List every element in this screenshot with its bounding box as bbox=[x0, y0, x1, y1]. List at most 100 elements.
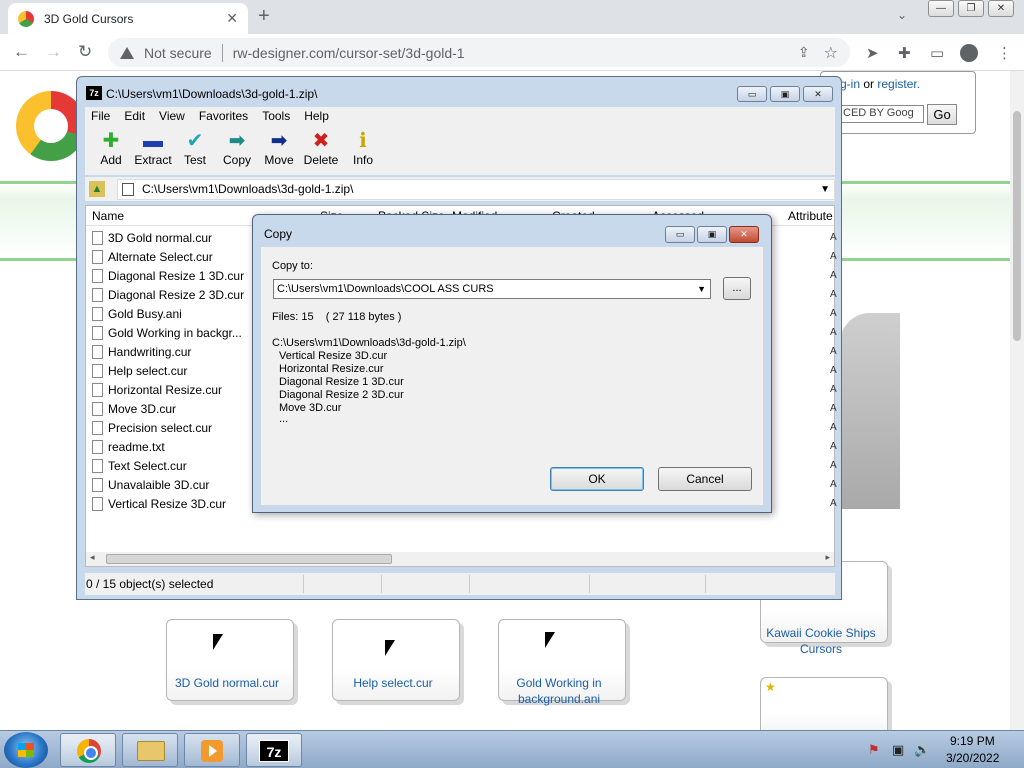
menu-favorites[interactable]: Favorites bbox=[199, 109, 248, 123]
card-label[interactable]: 3D Gold normal.cur bbox=[152, 675, 302, 691]
menu-view[interactable]: View bbox=[159, 109, 185, 123]
source-path: C:\Users\vm1\Downloads\3d-gold-1.zip\ bbox=[272, 337, 466, 349]
minimize-button[interactable]: ▭ bbox=[665, 226, 695, 243]
copy-button[interactable]: ➡ Copy bbox=[215, 129, 259, 167]
action-center-icon[interactable]: ⚑ bbox=[868, 742, 880, 758]
delete-button[interactable]: ✖ Delete bbox=[299, 129, 343, 167]
taskbar-chrome-button[interactable] bbox=[60, 733, 116, 767]
menu-tools[interactable]: Tools bbox=[262, 109, 290, 123]
list-item[interactable]: Text Select.cur bbox=[92, 456, 187, 475]
sevenzip-titlebar[interactable]: 7z C:\Users\vm1\Downloads\3d-gold-1.zip\… bbox=[77, 77, 841, 109]
url-text[interactable]: rw-designer.com/cursor-set/3d-gold-1 bbox=[233, 45, 798, 61]
browser-menu-icon[interactable]: ⋮ bbox=[997, 44, 1012, 62]
tool-label: Copy bbox=[222, 153, 251, 167]
info-button[interactable]: ℹ Info bbox=[341, 129, 385, 167]
column-attributes[interactable]: Attribute bbox=[788, 209, 833, 223]
scroll-left-icon[interactable]: ◂ bbox=[90, 552, 95, 563]
start-button[interactable] bbox=[4, 732, 48, 768]
cursor-card-next[interactable]: ★ bbox=[760, 677, 888, 730]
menu-edit[interactable]: Edit bbox=[124, 109, 145, 123]
scrollbar-thumb[interactable] bbox=[106, 554, 392, 564]
login-link[interactable]: g-in bbox=[840, 77, 860, 91]
attribute-value: A bbox=[830, 327, 837, 338]
warning-icon[interactable] bbox=[120, 46, 134, 59]
side-panel-icon[interactable]: ▭ bbox=[930, 44, 944, 62]
extensions-icon[interactable]: ✚ bbox=[898, 44, 911, 62]
bookmark-star-icon[interactable]: ☆ bbox=[824, 43, 838, 63]
clock-date[interactable]: 3/20/2022 bbox=[946, 751, 999, 765]
maximize-button[interactable]: ▣ bbox=[697, 226, 727, 243]
share-icon[interactable]: ⇪ bbox=[798, 44, 810, 61]
page-scrollbar[interactable] bbox=[1010, 71, 1024, 730]
close-button[interactable]: ✕ bbox=[803, 86, 833, 102]
list-item[interactable]: Handwriting.cur bbox=[92, 342, 191, 361]
browse-button[interactable]: ... bbox=[723, 277, 751, 300]
list-item[interactable]: readme.txt bbox=[92, 437, 165, 456]
list-item[interactable]: Move 3D.cur bbox=[92, 399, 176, 418]
close-button[interactable]: ✕ bbox=[988, 0, 1014, 17]
list-item[interactable]: Horizontal Resize.cur bbox=[92, 380, 222, 399]
profile-avatar-icon[interactable] bbox=[960, 44, 978, 62]
taskbar-explorer-button[interactable] bbox=[122, 733, 178, 767]
chevron-down-icon[interactable]: ▼ bbox=[820, 180, 830, 199]
clock-time[interactable]: 9:19 PM bbox=[950, 734, 995, 748]
source-file: Vertical Resize 3D.cur bbox=[279, 350, 388, 362]
browser-toolbar: ← → ↻ Not secure rw-designer.com/cursor-… bbox=[0, 34, 1024, 71]
attribute-value: A bbox=[830, 270, 837, 281]
site-search-input[interactable]: CED BY Goog bbox=[840, 105, 924, 123]
menu-file[interactable]: File bbox=[91, 109, 110, 123]
maximize-button[interactable]: ▣ bbox=[770, 86, 800, 102]
tool-label: Add bbox=[100, 153, 122, 167]
volume-icon[interactable]: 🔊 bbox=[914, 742, 930, 758]
list-item[interactable]: Gold Working in backgr... bbox=[92, 323, 242, 342]
send-icon[interactable]: ➤ bbox=[866, 44, 879, 62]
register-link[interactable]: register. bbox=[877, 77, 920, 91]
login-links: g-in or register. bbox=[840, 77, 920, 91]
maximize-button[interactable]: ❐ bbox=[958, 0, 984, 17]
network-icon[interactable]: ▣ bbox=[892, 742, 904, 758]
list-item[interactable]: Precision select.cur bbox=[92, 418, 212, 437]
omnibox-divider bbox=[221, 43, 223, 62]
tab-close-icon[interactable]: ✕ bbox=[226, 10, 238, 27]
minimize-button[interactable]: ▭ bbox=[737, 86, 767, 102]
scroll-right-icon[interactable]: ▸ bbox=[825, 552, 830, 563]
list-item[interactable]: Diagonal Resize 2 3D.cur bbox=[92, 285, 244, 304]
browser-tab[interactable]: 3D Gold Cursors ✕ bbox=[8, 3, 248, 34]
close-button[interactable]: ✕ bbox=[729, 226, 759, 243]
horizontal-scrollbar[interactable]: ◂ ▸ bbox=[86, 552, 834, 566]
add-button[interactable]: ✚ Add bbox=[89, 129, 133, 167]
move-button[interactable]: ➡ Move bbox=[257, 129, 301, 167]
chevron-down-icon[interactable]: ▼ bbox=[697, 280, 706, 298]
tab-search-icon[interactable]: ⌄ bbox=[897, 8, 907, 22]
taskbar-sevenzip-button[interactable]: 7z bbox=[246, 733, 302, 767]
taskbar-media-button[interactable] bbox=[184, 733, 240, 767]
up-folder-icon[interactable]: ▲ bbox=[89, 181, 105, 197]
back-button[interactable]: ← bbox=[13, 42, 30, 62]
list-item[interactable]: Diagonal Resize 1 3D.cur bbox=[92, 266, 244, 285]
test-button[interactable]: ✔ Test bbox=[173, 129, 217, 167]
forward-button[interactable]: → bbox=[45, 42, 62, 62]
list-item[interactable]: Help select.cur bbox=[92, 361, 187, 380]
destination-path-combo[interactable]: C:\Users\vm1\Downloads\COOL ASS CURS ▼ bbox=[273, 279, 711, 299]
list-item[interactable]: Vertical Resize 3D.cur bbox=[92, 494, 226, 513]
list-item[interactable]: Unavalaible 3D.cur bbox=[92, 475, 209, 494]
list-item[interactable]: Alternate Select.cur bbox=[92, 247, 213, 266]
list-item[interactable]: 3D Gold normal.cur bbox=[92, 228, 212, 247]
column-name[interactable]: Name bbox=[92, 209, 124, 223]
list-item[interactable]: Gold Busy.ani bbox=[92, 304, 182, 323]
address-bar[interactable]: Not secure rw-designer.com/cursor-set/3d… bbox=[108, 38, 850, 67]
minimize-button[interactable]: — bbox=[928, 0, 954, 17]
not-secure-label[interactable]: Not secure bbox=[144, 45, 212, 61]
menu-help[interactable]: Help bbox=[304, 109, 329, 123]
archive-path-field[interactable]: C:\Users\vm1\Downloads\3d-gold-1.zip\ ▼ bbox=[117, 179, 835, 200]
cancel-button[interactable]: Cancel bbox=[658, 467, 752, 491]
card-label[interactable]: Gold Working in background.ani bbox=[484, 675, 634, 707]
go-button[interactable]: Go bbox=[927, 104, 957, 125]
reload-button[interactable]: ↻ bbox=[78, 42, 92, 62]
ok-button[interactable]: OK bbox=[550, 467, 644, 491]
new-tab-button[interactable]: + bbox=[258, 6, 270, 26]
card-label[interactable]: Help select.cur bbox=[318, 675, 468, 691]
card-label[interactable]: Kawaii Cookie Ships Cursors bbox=[746, 625, 896, 657]
extract-button[interactable]: ▬ Extract bbox=[131, 129, 175, 167]
scrollbar-thumb[interactable] bbox=[1013, 111, 1021, 341]
